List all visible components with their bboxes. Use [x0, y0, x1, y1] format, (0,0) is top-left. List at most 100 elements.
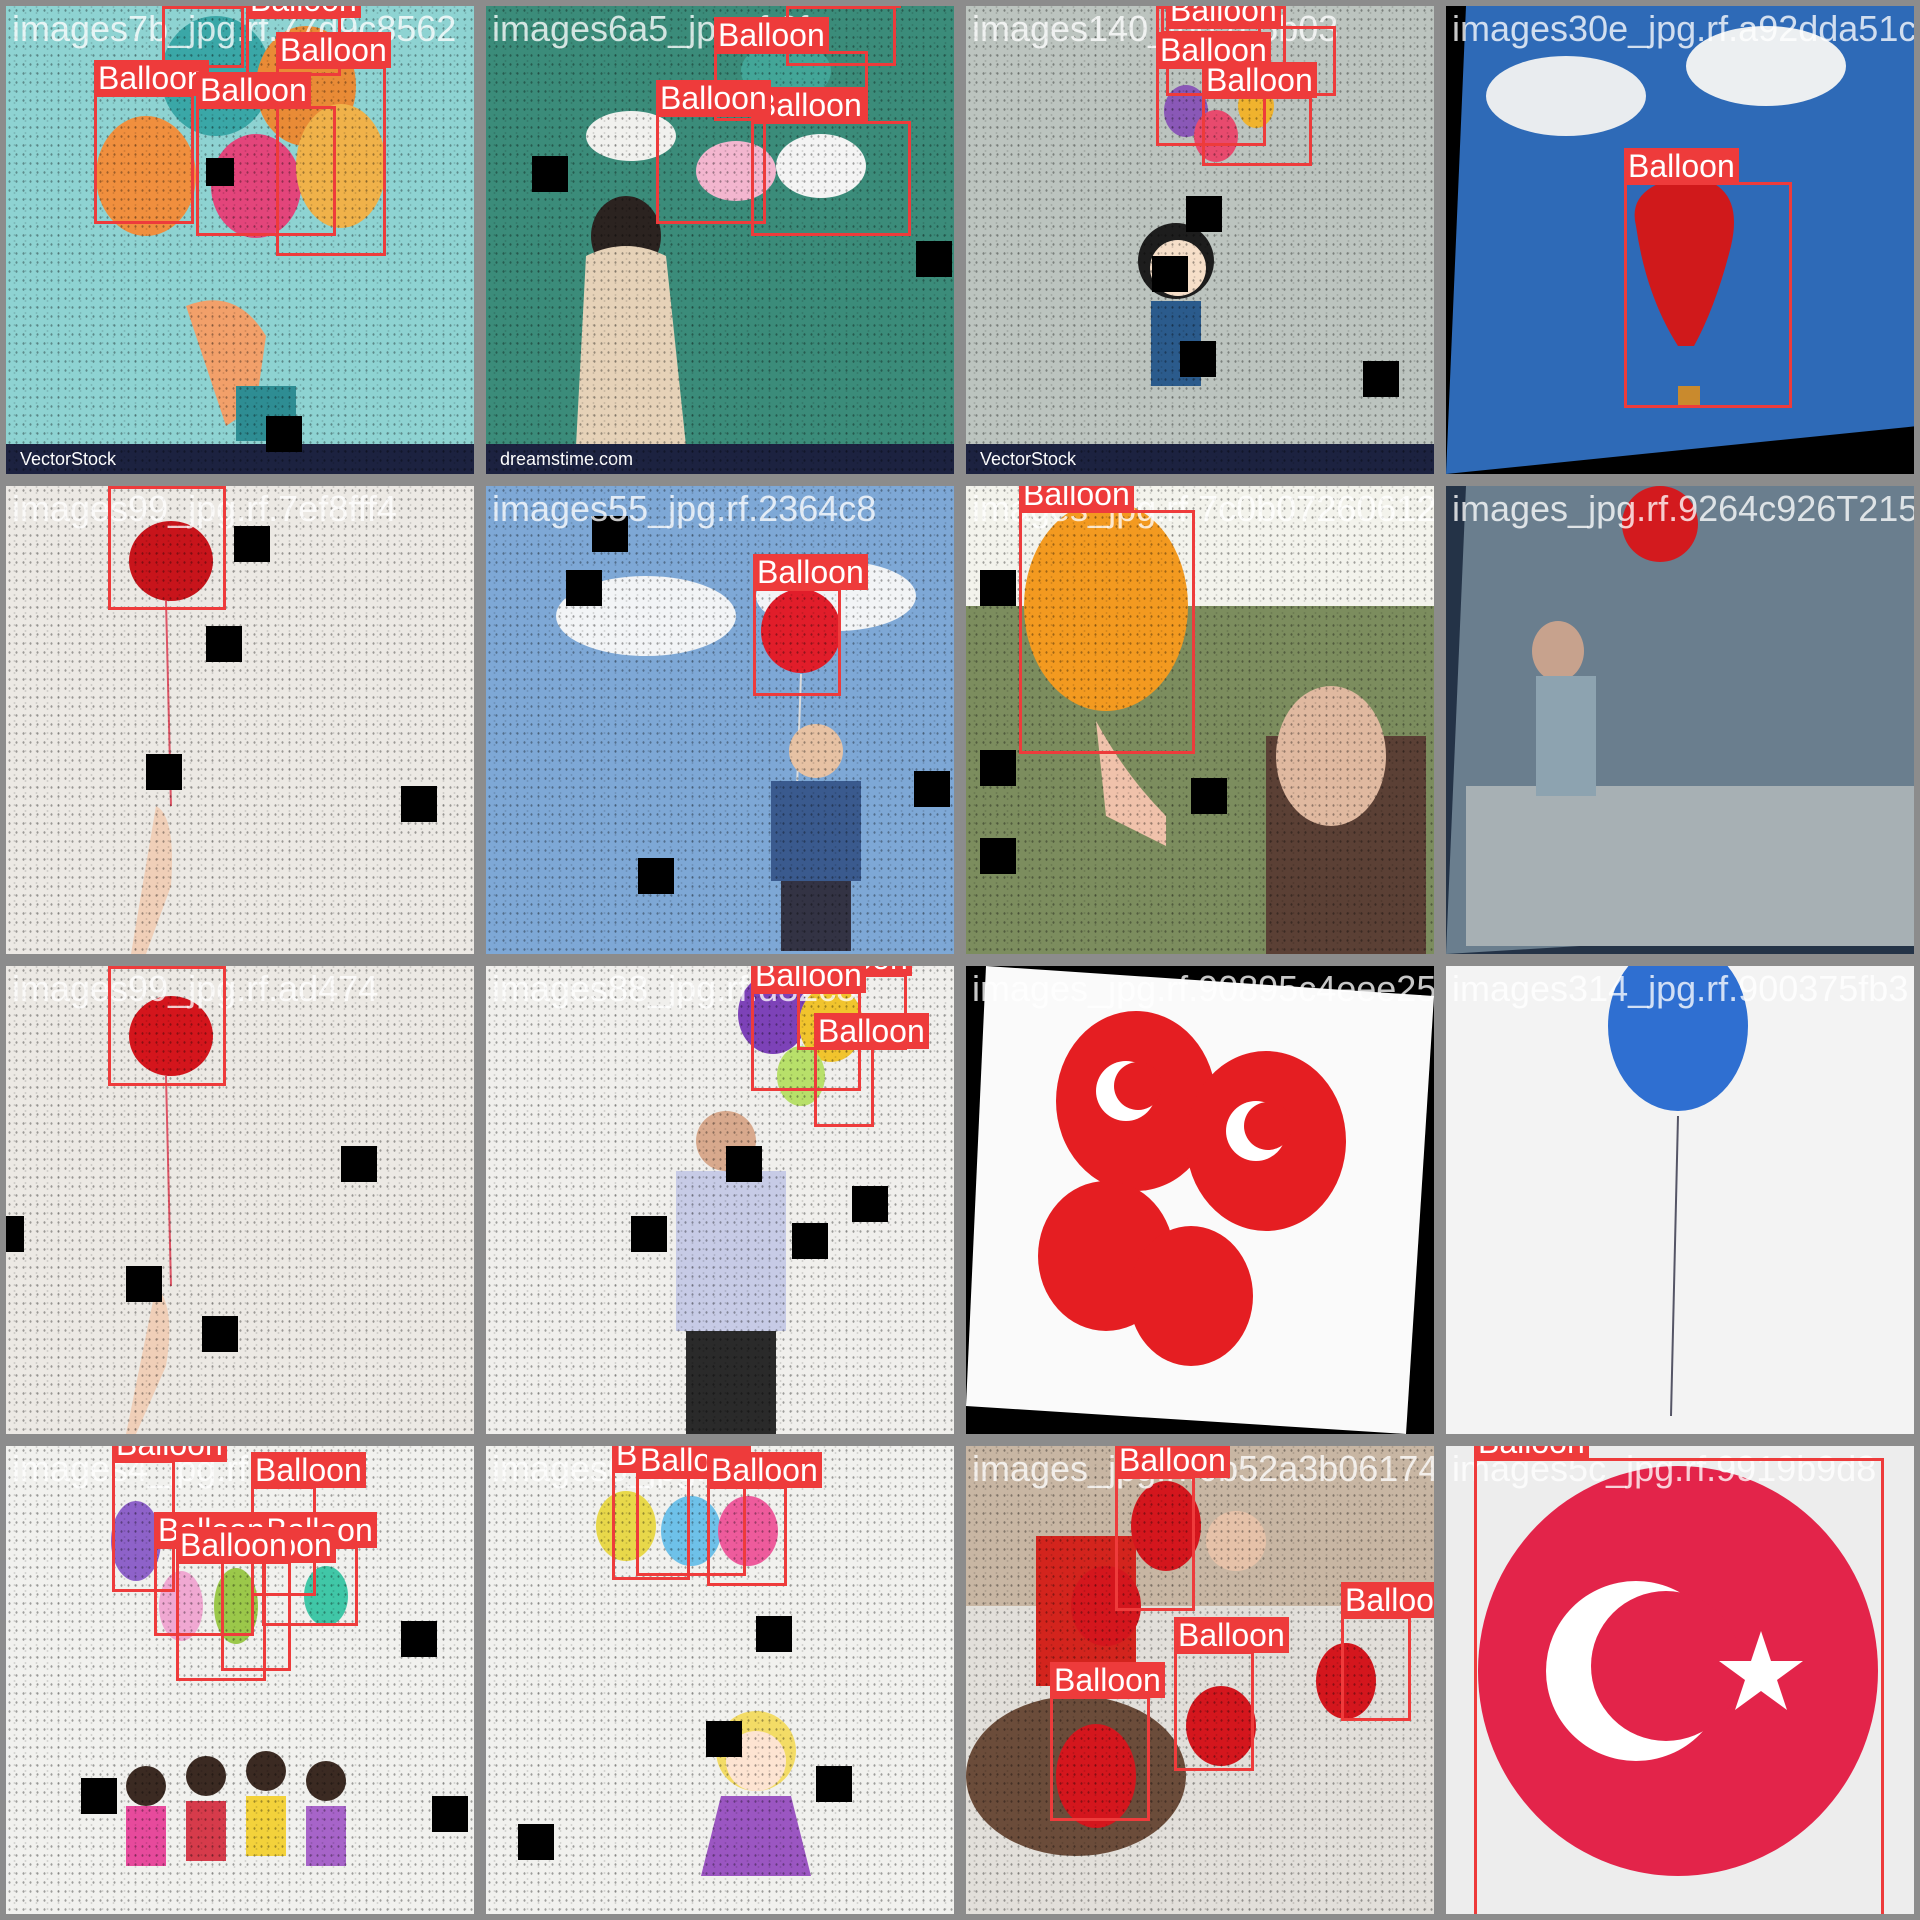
occlusion-patch	[341, 1146, 377, 1182]
image-tile: images55_jpg.rf.2364c8 Balloon	[486, 486, 954, 954]
occlusion-patch	[980, 750, 1016, 786]
detection-box: Balloon	[1474, 1446, 1884, 1914]
detection-box: Balloon	[108, 966, 226, 1086]
occlusion-patch	[401, 1621, 437, 1657]
detection-box: Balloon	[1174, 1617, 1289, 1771]
detection-label: Balloon	[246, 6, 361, 18]
detection-box: Balloon	[1202, 62, 1317, 166]
image-tile: images314_jpg.rf.900375fb3	[1446, 966, 1914, 1434]
occlusion-patch	[592, 516, 628, 552]
detection-label: Balloon	[751, 966, 866, 993]
detection-box: Balloon	[162, 6, 277, 68]
detection-label: Balloon	[1050, 1662, 1165, 1698]
detection-label: Balloon	[1019, 486, 1134, 512]
occlusion-patch	[916, 241, 952, 277]
tile-image	[486, 486, 954, 954]
detection-label: Balloon	[753, 554, 868, 590]
detection-label: Balloon	[1174, 1617, 1289, 1653]
occlusion-patch	[81, 1778, 117, 1814]
detection-box: Balloon	[1341, 1582, 1434, 1721]
occlusion-patch	[792, 1223, 828, 1259]
detection-label: Balloon	[251, 1452, 366, 1488]
detection-box: Balloon	[176, 1527, 291, 1681]
occlusion-patch	[852, 1186, 888, 1222]
detection-label: Balloon	[112, 1446, 227, 1462]
occlusion-patch	[518, 1824, 554, 1860]
occlusion-patch	[532, 156, 568, 192]
occlusion-patch	[980, 570, 1016, 606]
image-tile: images30e_jpg.rf.a92dda51c3 Balloon	[1446, 6, 1914, 474]
detection-label: Balloon	[108, 966, 223, 968]
detection-box: Balloon	[707, 1452, 822, 1586]
detection-box: Balloon	[108, 486, 226, 610]
occlusion-patch	[6, 1216, 24, 1252]
image-tile: VectorStock images140_jpg.rf.5b03 Balloon B…	[966, 6, 1434, 474]
occlusion-patch	[726, 1146, 762, 1182]
occlusion-patch	[1191, 778, 1227, 814]
detection-box: Balloon	[814, 1013, 929, 1127]
tile-image	[966, 966, 1434, 1434]
image-tile: images99_jpg.rf.ad474Balloon	[6, 966, 474, 1434]
image-tile: images88_jpg.rf.d32c3BalloonBalloonBallo…	[486, 966, 954, 1434]
detection-label: Balloon	[196, 72, 311, 108]
detection-box: Balloon	[751, 87, 911, 236]
detection-label: Balloon	[94, 60, 209, 96]
detection-label: Balloon	[1202, 62, 1317, 98]
detection-box: Balloon	[1050, 1662, 1165, 1821]
watermark-bar: VectorStock	[966, 444, 1434, 474]
detection-label: Balloon	[1341, 1582, 1434, 1618]
tile-image	[6, 966, 474, 1434]
detection-label: Balloon	[786, 6, 901, 8]
occlusion-patch	[631, 1216, 667, 1252]
occlusion-patch	[126, 1266, 162, 1302]
image-tile: images4_jpg.rf.05674fBalloonBalloonBallo…	[6, 1446, 474, 1914]
tile-image	[1446, 486, 1914, 954]
detection-label: Balloon	[707, 1452, 822, 1488]
detection-box: Balloon	[1115, 1446, 1230, 1611]
occlusion-patch	[1152, 256, 1188, 292]
detection-label: Balloon	[1166, 6, 1281, 28]
detection-box: Balloon	[656, 80, 771, 224]
occlusion-patch	[980, 838, 1016, 874]
occlusion-patch	[401, 786, 437, 822]
occlusion-patch	[914, 771, 950, 807]
occlusion-patch	[146, 754, 182, 790]
occlusion-patch	[706, 1721, 742, 1757]
watermark-bar: dreamstime.com	[486, 444, 954, 474]
detection-label: Balloon	[108, 486, 223, 488]
image-tile: images5c_jpg.rf.9919b9d8Balloon	[1446, 1446, 1914, 1914]
occlusion-patch	[816, 1766, 852, 1802]
detection-label: Balloon	[714, 17, 829, 53]
occlusion-patch	[234, 526, 270, 562]
detection-box: Balloon	[1624, 148, 1792, 408]
occlusion-patch	[206, 626, 242, 662]
detection-label: Balloon	[176, 1527, 291, 1563]
detection-label: Balloon	[1474, 1446, 1589, 1460]
image-tile: VectorStock images7b_jpg.rf.77d9c8562 Ball…	[6, 6, 474, 474]
occlusion-patch	[638, 858, 674, 894]
tile-image	[1446, 966, 1914, 1434]
image-tile: dreamstime.com images6a5_jpg.rf.6fc Balloo…	[486, 6, 954, 474]
detection-box: Balloon	[1019, 486, 1195, 754]
occlusion-patch	[1186, 196, 1222, 232]
detection-label: Balloon	[656, 80, 771, 116]
image-tile: images0_jpg.rf.9b2dBalloonBalloonBalloon	[486, 1446, 954, 1914]
detection-label: Balloon	[1115, 1446, 1230, 1478]
watermark-bar: VectorStock	[6, 444, 474, 474]
detection-box: Balloon	[753, 554, 868, 696]
image-tile: images_jpg.rf.90895c4eee2534d0b8	[966, 966, 1434, 1434]
detection-box: Balloon	[196, 72, 336, 236]
detection-label: Balloon	[814, 1013, 929, 1049]
detection-label: Balloon	[1624, 148, 1739, 184]
image-tile: images_jpg.rf.7c0b07260612 Balloon	[966, 486, 1434, 954]
occlusion-patch	[1363, 361, 1399, 397]
image-tile: images_jpg.rf.9264c926T215201	[1446, 486, 1914, 954]
detection-label: Balloon	[276, 32, 391, 68]
occlusion-patch	[1180, 341, 1216, 377]
occlusion-patch	[266, 416, 302, 452]
occlusion-patch	[566, 570, 602, 606]
occlusion-patch	[432, 1796, 468, 1832]
image-tile: images_jpg.rf.0b52a3b0617436BalloonBallo…	[966, 1446, 1434, 1914]
occlusion-patch	[202, 1316, 238, 1352]
detection-box: Balloon	[94, 60, 209, 224]
